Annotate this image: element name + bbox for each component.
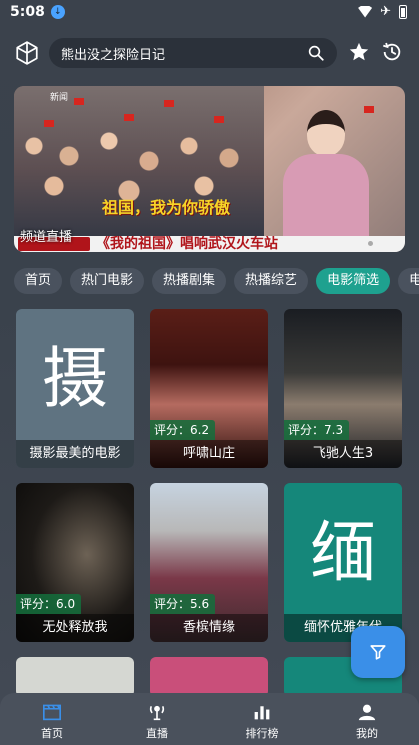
status-time: 5:08 (10, 4, 45, 20)
tab-hot-series[interactable]: 热播剧集 (152, 268, 227, 294)
flag-decoration (124, 114, 134, 121)
tab-tv[interactable]: 电视 (398, 268, 419, 294)
movie-card[interactable]: 评分：6.2 呼啸山庄 (150, 309, 268, 468)
filter-button[interactable] (351, 626, 405, 678)
movie-card[interactable]: 摄 摄影最美的电影 (16, 309, 134, 468)
search-input[interactable]: 熊出没之探险日记 (49, 38, 337, 68)
tab-home[interactable]: 首页 (14, 268, 63, 294)
tab-hot-movies[interactable]: 热门电影 (70, 268, 145, 294)
tab-hot-variety[interactable]: 热播综艺 (234, 268, 309, 294)
movie-card[interactable] (150, 657, 268, 697)
movie-card[interactable] (16, 657, 134, 697)
nav-ranking[interactable]: 排行榜 (222, 693, 302, 745)
bar-chart-icon (254, 706, 270, 720)
movie-card[interactable]: 评分：6.0 无处释放我 (16, 483, 134, 642)
download-icon: ↓ (50, 5, 65, 19)
news-anchor-image (283, 110, 369, 252)
movie-card[interactable]: 评分：5.6 香槟情缘 (150, 483, 268, 642)
card-title: 无处释放我 (16, 614, 134, 642)
bottom-nav: 首页 直播 排行榜 我的 (0, 693, 419, 745)
nav-live-label: 直播 (146, 727, 168, 740)
nav-mine[interactable]: 我的 (327, 693, 407, 745)
flag-decoration (44, 120, 54, 127)
cube-icon[interactable] (14, 40, 40, 66)
nav-home-label: 首页 (41, 727, 63, 740)
battery-icon (399, 4, 407, 19)
card-title: 飞驰人生3 (284, 440, 402, 468)
flag-decoration (74, 98, 84, 105)
search-text: 熊出没之探险日记 (61, 47, 166, 63)
search-icon[interactable] (307, 44, 325, 62)
clapperboard-icon (43, 704, 61, 721)
top-bar: 熊出没之探险日记 (0, 36, 419, 70)
card-rating: 评分：6.2 (150, 420, 216, 440)
filter-icon (370, 645, 386, 660)
channel-label: 频道直播 (20, 230, 73, 245)
live-icon (149, 705, 165, 721)
card-rating: 评分：5.6 (150, 594, 216, 614)
category-tabs: 首页热门电影热播剧集热播综艺电影筛选电视 (14, 268, 419, 294)
movie-card[interactable]: 缅 缅怀优雅年代 (284, 483, 402, 642)
card-initial: 缅 (310, 514, 376, 591)
wifi-icon (358, 5, 373, 18)
airplane-icon: ✈ (380, 4, 391, 19)
history-icon[interactable] (381, 41, 403, 63)
nav-ranking-label: 排行榜 (245, 727, 279, 740)
flag-decoration (164, 100, 174, 107)
nav-home[interactable]: 首页 (12, 693, 92, 745)
nav-mine-label: 我的 (356, 727, 378, 740)
user-icon (358, 704, 376, 721)
card-initial: 摄 (42, 340, 108, 417)
star-icon[interactable] (348, 41, 370, 63)
banner-indicator (368, 241, 373, 246)
card-title: 摄影最美的电影 (16, 440, 134, 468)
card-rating: 评分：6.0 (16, 594, 82, 614)
card-rating: 评分：7.3 (284, 420, 350, 440)
banner-caption: 祖国，我为你骄傲 (102, 198, 231, 217)
banner-top-tag: 新闻 (50, 93, 69, 103)
nav-live[interactable]: 直播 (117, 693, 197, 745)
tab-movie-filter[interactable]: 电影筛选 (316, 268, 391, 294)
status-bar: 5:08 ↓ ✈ (0, 0, 419, 24)
card-title: 呼啸山庄 (150, 440, 268, 468)
flag-decoration (214, 116, 224, 123)
card-title: 香槟情缘 (150, 614, 268, 642)
movie-card[interactable]: 评分：7.3 飞驰人生3 (284, 309, 402, 468)
news-ticker-text: 《我的祖国》唱响武汉火车站 (96, 236, 278, 252)
live-banner[interactable]: 新闻 祖国，我为你骄傲 《我的祖国》唱响武汉火车站 频道直播 (14, 86, 405, 252)
status-icons: ✈ (358, 4, 407, 19)
